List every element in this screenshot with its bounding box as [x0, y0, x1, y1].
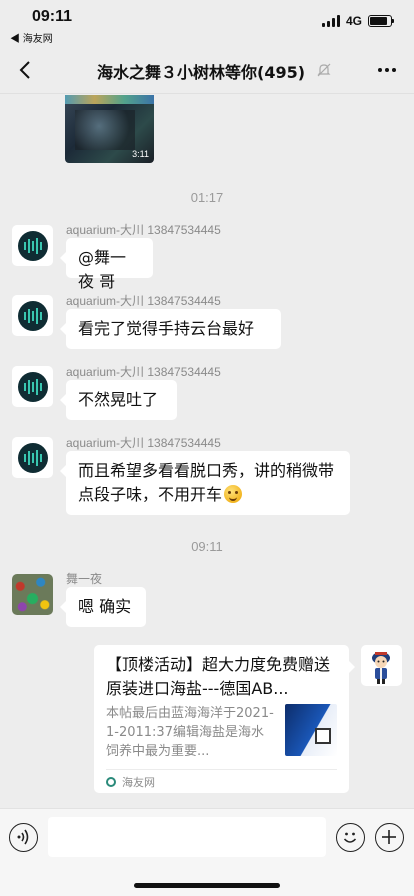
- sender-name: aquarium-大川 13847534445: [66, 223, 221, 237]
- link-card-thumbnail: [285, 704, 337, 756]
- avatar[interactable]: [12, 295, 53, 336]
- signal-icon: [321, 15, 340, 27]
- voice-icon: [17, 829, 29, 845]
- message-bubble[interactable]: 看完了觉得手持云台最好: [60, 309, 281, 349]
- site-logo-icon: [106, 777, 116, 787]
- message-bubble[interactable]: 而且希望多看看脱口秀，讲的稍微带点段子味，不用开车: [60, 451, 350, 515]
- message-input-bar: [0, 808, 414, 896]
- message-bubble[interactable]: 不然晃吐了: [60, 380, 177, 420]
- avatar[interactable]: [12, 225, 53, 266]
- message-bubble[interactable]: 嗯 确实: [60, 587, 146, 627]
- sender-name: aquarium-大川 13847534445: [66, 436, 221, 450]
- chat-header: 海水之舞３小树林等你(495): [0, 46, 414, 94]
- message-input[interactable]: [48, 817, 326, 857]
- message-bubble[interactable]: @舞一夜 哥: [60, 238, 153, 291]
- avatar[interactable]: [12, 574, 53, 615]
- shared-link-card[interactable]: 【顶楼活动】超大力度免费赠送原装进口海盐---德国AB... 本帖最后由蓝海海洋…: [94, 645, 355, 793]
- sender-name: aquarium-大川 13847534445: [66, 365, 221, 379]
- more-actions-button[interactable]: [375, 823, 404, 852]
- network-label: 4G: [345, 14, 362, 28]
- message-list[interactable]: 3:11 01:17 aquarium-大川 13847534445 @舞一夜 …: [0, 95, 414, 807]
- chat-title: 海水之舞３小树林等你(495): [97, 63, 306, 82]
- voice-input-button[interactable]: [9, 823, 38, 852]
- status-time: 09:11: [32, 8, 73, 25]
- my-avatar[interactable]: [361, 645, 402, 686]
- smiley-icon: [343, 832, 357, 843]
- grin-emoji-icon: [224, 485, 243, 503]
- emoji-button[interactable]: [336, 823, 365, 852]
- sender-name: aquarium-大川 13847534445: [66, 294, 221, 308]
- link-card-source: 海友网: [106, 774, 155, 790]
- cartoon-avatar-icon: [372, 652, 390, 684]
- avatar[interactable]: [12, 437, 53, 478]
- avatar[interactable]: [12, 366, 53, 407]
- link-card-title: 【顶楼活动】超大力度免费赠送原装进口海盐---德国AB...: [106, 655, 331, 698]
- more-options-button[interactable]: [374, 58, 400, 82]
- back-to-app-link[interactable]: ◀ 海友网: [10, 30, 53, 45]
- plus-icon: [382, 830, 396, 844]
- back-button[interactable]: [12, 56, 40, 84]
- home-indicator[interactable]: [134, 883, 280, 888]
- video-duration: 3:11: [132, 149, 149, 159]
- status-bar: 09:11 ◀ 海友网 4G: [0, 0, 414, 46]
- divider: [106, 769, 337, 770]
- mute-bell-icon: [317, 63, 331, 77]
- time-divider: 09:11: [191, 539, 223, 554]
- chevron-left-icon: [19, 61, 30, 79]
- message-text: 而且希望多看看脱口秀，讲的稍微带点段子味，不用开车: [78, 461, 335, 504]
- sender-name: 舞一夜: [66, 572, 103, 586]
- time-divider: 01:17: [190, 190, 224, 205]
- video-message-thumbnail[interactable]: 3:11: [65, 95, 154, 163]
- link-card-description: 本帖最后由蓝海海洋于2021-1-2011:37编辑海盐是海水饲养中最为重要..…: [106, 706, 274, 759]
- link-card-source-name: 海友网: [122, 776, 155, 789]
- battery-icon: [368, 15, 394, 27]
